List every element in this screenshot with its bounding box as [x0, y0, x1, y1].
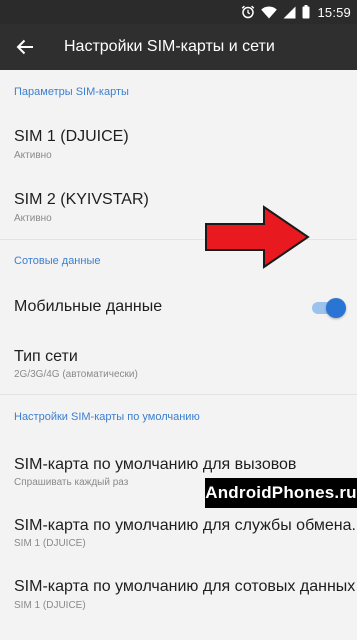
default-messaging-value: SIM 1 (DJUICE)	[14, 538, 86, 549]
section-header-sim-params: Параметры SIM-карты	[14, 86, 129, 98]
default-data-value: SIM 1 (DJUICE)	[14, 600, 86, 611]
status-time: 15:59	[317, 4, 351, 20]
section-divider	[0, 394, 357, 395]
sim1-status: Активно	[14, 150, 52, 161]
default-calls-title: SIM-карта по умолчанию для вызовов	[14, 456, 297, 473]
battery-icon	[302, 0, 310, 24]
sim2-status: Активно	[14, 213, 52, 224]
alarm-icon	[241, 0, 255, 24]
page-title: Настройки SIM-карты и сети	[64, 38, 275, 55]
mobile-data-title: Мобильные данные	[14, 298, 163, 315]
sim1-title: SIM 1 (DJUICE)	[14, 128, 129, 145]
default-data-title: SIM-карта по умолчанию для сотовых данны…	[14, 578, 356, 595]
signal-icon	[283, 0, 296, 24]
mobile-data-toggle[interactable]	[310, 298, 346, 318]
app-bar: Настройки SIM-карты и сети	[0, 24, 357, 70]
settings-list: Параметры SIM-карты SIM 1 (DJUICE) Актив…	[0, 70, 357, 640]
watermark-label: AndroidPhones.ru	[205, 478, 357, 508]
arrow-back-icon[interactable]	[2, 24, 48, 70]
toggle-thumb	[326, 298, 346, 318]
network-type-title: Тип сети	[14, 348, 78, 365]
red-arrow-icon	[205, 205, 310, 269]
network-type-value: 2G/3G/4G (автоматически)	[14, 369, 138, 380]
wifi-icon	[261, 0, 278, 24]
status-bar: 15:59	[0, 0, 357, 24]
default-messaging-title: SIM-карта по умолчанию для службы обмена…	[14, 517, 357, 534]
section-header-cellular: Сотовые данные	[14, 255, 101, 267]
default-calls-value: Спрашивать каждый раз	[14, 477, 129, 488]
sim2-title: SIM 2 (KYIVSTAR)	[14, 191, 149, 208]
section-header-defaults: Настройки SIM-карты по умолчанию	[14, 411, 200, 423]
